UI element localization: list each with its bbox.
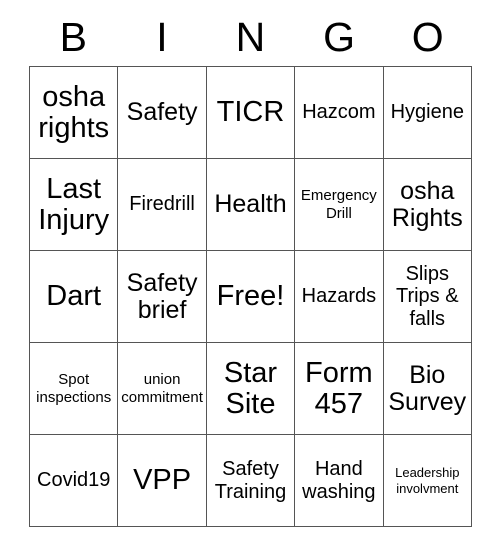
bingo-row: Last Injury Firedrill Health Emergency D… xyxy=(28,158,473,251)
bingo-cell-b3[interactable]: Dart xyxy=(28,250,119,343)
bingo-header: B I N G O xyxy=(29,8,472,66)
bingo-cell-o2[interactable]: osha Rights xyxy=(382,158,473,251)
bingo-cell-i2[interactable]: Firedrill xyxy=(117,158,207,251)
bingo-cell-b4[interactable]: Spot inspections xyxy=(28,342,119,435)
bingo-card: B I N G O osha rights Safety TICR Hazcom… xyxy=(28,8,473,527)
bingo-header-letter-i: I xyxy=(156,13,168,60)
bingo-cell-b1[interactable]: osha rights xyxy=(28,66,119,159)
bingo-cell-i1[interactable]: Safety xyxy=(117,66,207,159)
bingo-cell-g1[interactable]: Hazcom xyxy=(294,66,384,159)
bingo-row: Dart Safety brief Free! Hazards Slips Tr… xyxy=(28,250,473,343)
bingo-cell-g2[interactable]: Emergency Drill xyxy=(294,158,384,251)
bingo-header-letter-o: O xyxy=(411,13,444,60)
bingo-cell-n5[interactable]: Safety Training xyxy=(205,434,296,527)
bingo-cell-g5[interactable]: Hand washing xyxy=(294,434,384,527)
bingo-cell-g4[interactable]: Form 457 xyxy=(294,342,384,435)
bingo-cell-b2[interactable]: Last Injury xyxy=(28,158,119,251)
bingo-cell-o4[interactable]: Bio Survey xyxy=(382,342,473,435)
bingo-cell-n1[interactable]: TICR xyxy=(205,66,296,159)
bingo-cell-i5[interactable]: VPP xyxy=(117,434,207,527)
bingo-cell-i3[interactable]: Safety brief xyxy=(117,250,207,343)
bingo-cell-o5[interactable]: Leadership involvment xyxy=(382,434,473,527)
bingo-row: osha rights Safety TICR Hazcom Hygiene xyxy=(28,66,473,159)
bingo-cell-n2[interactable]: Health xyxy=(205,158,296,251)
bingo-header-letter-b: B xyxy=(59,13,87,60)
bingo-cell-g3[interactable]: Hazards xyxy=(294,250,384,343)
bingo-grid: osha rights Safety TICR Hazcom Hygiene L… xyxy=(28,66,473,527)
bingo-cell-free-space[interactable]: Free! xyxy=(205,250,296,343)
bingo-row: Spot inspections union commitment Star S… xyxy=(28,342,473,435)
bingo-header-letter-g: G xyxy=(323,13,356,60)
bingo-cell-n4[interactable]: Star Site xyxy=(205,342,296,435)
bingo-header-letter-n: N xyxy=(235,13,266,60)
bingo-row: Covid19 VPP Safety Training Hand washing… xyxy=(28,434,473,527)
bingo-cell-o1[interactable]: Hygiene xyxy=(382,66,473,159)
bingo-cell-i4[interactable]: union commitment xyxy=(117,342,207,435)
bingo-cell-o3[interactable]: Slips Trips & falls xyxy=(382,250,473,343)
bingo-cell-b5[interactable]: Covid19 xyxy=(28,434,119,527)
